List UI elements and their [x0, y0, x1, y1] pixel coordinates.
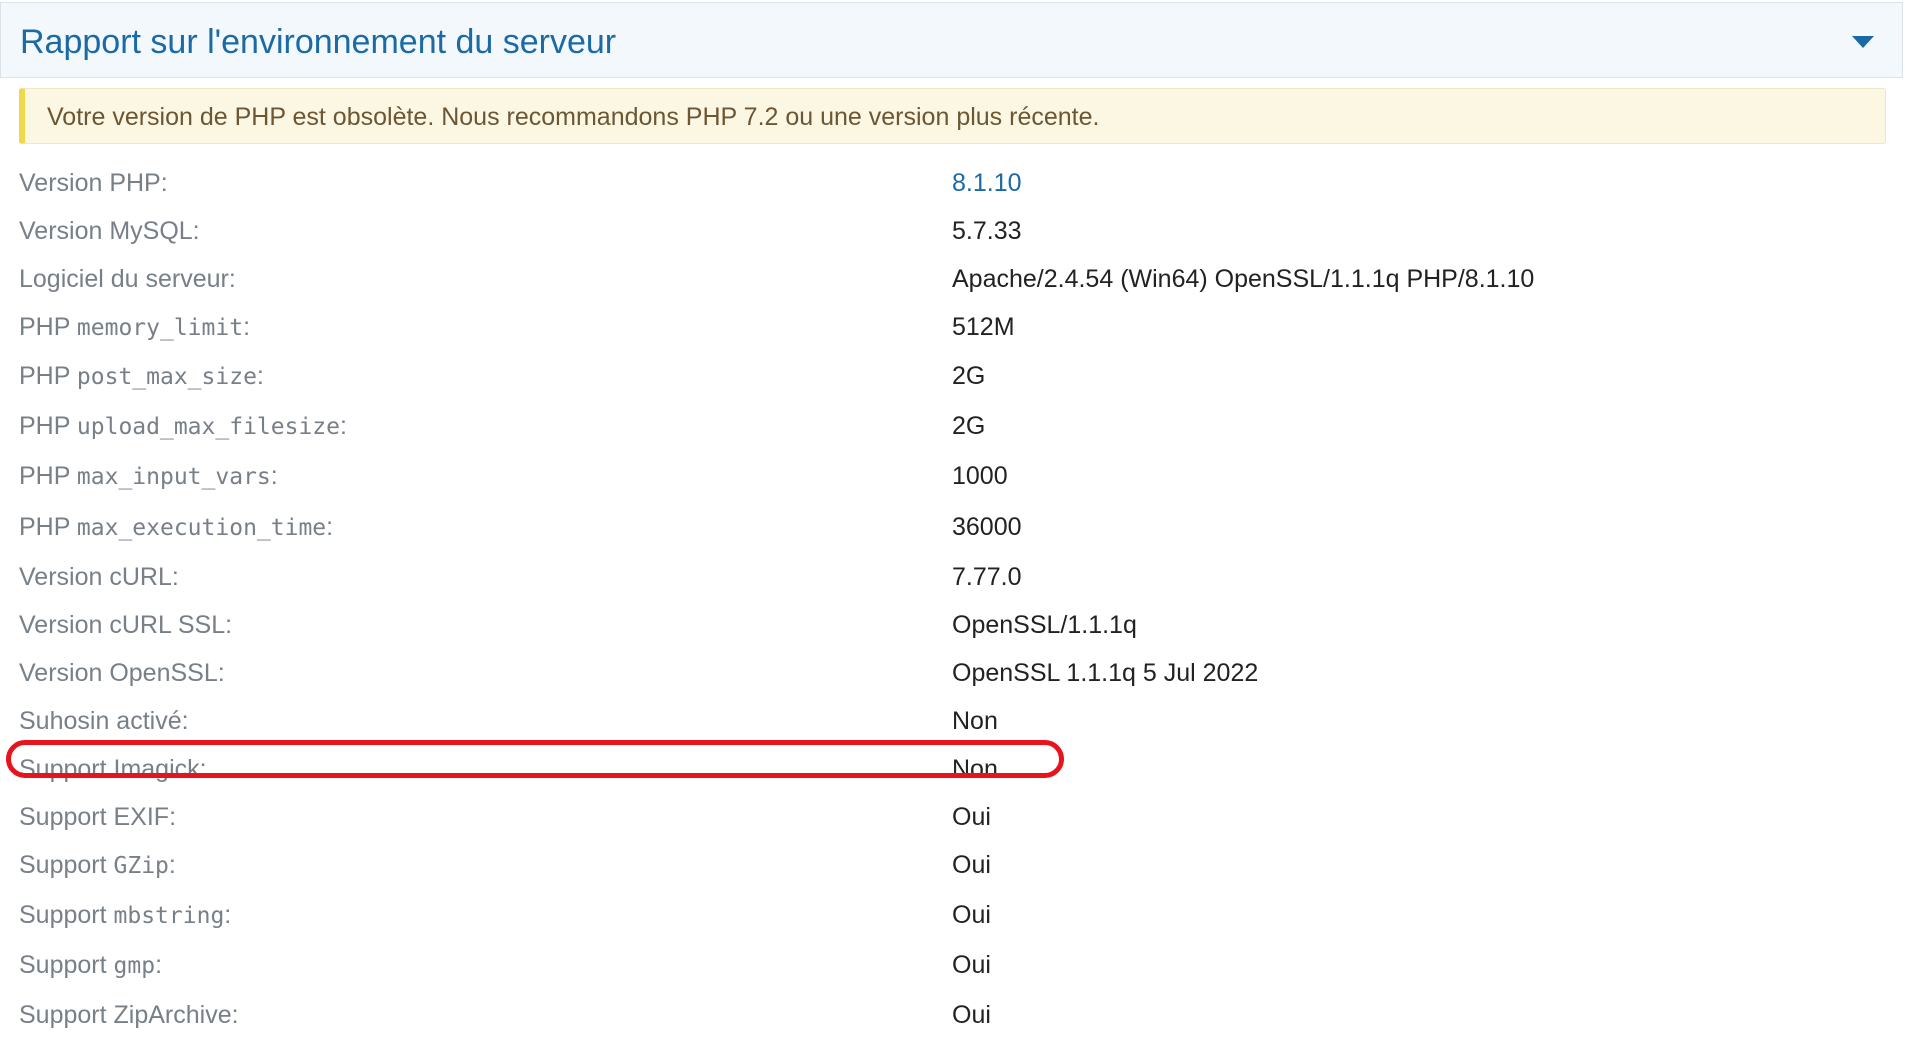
row-label: Version PHP:	[19, 169, 168, 197]
env-row-mbstring: Support mbstring: Oui	[0, 891, 1905, 939]
row-value: Apache/2.4.54 (Win64) OpenSSL/1.1.1q PHP…	[952, 265, 1535, 293]
row-value: 7.77.0	[952, 563, 1022, 591]
env-row-mysql-version: Version MySQL: 5.7.33	[0, 207, 1905, 255]
row-value: Oui	[952, 803, 991, 831]
row-value: Oui	[952, 901, 991, 929]
row-label: Version cURL SSL:	[19, 611, 233, 639]
row-label: Support mbstring:	[19, 901, 232, 929]
env-row-post-max-size: PHP post_max_size: 2G	[0, 352, 1905, 400]
row-value: 36000	[952, 513, 1022, 541]
php-version-link[interactable]: 8.1.10	[952, 167, 1022, 199]
row-value: Non	[952, 755, 998, 783]
env-row-ziparchive: Support ZipArchive: Oui	[0, 991, 1905, 1039]
row-value: Oui	[952, 851, 991, 879]
row-value: 512M	[952, 313, 1015, 341]
warning-text: Votre version de PHP est obsolète. Nous …	[47, 103, 1100, 131]
env-row-imagick: Support Imagick: Non	[0, 745, 1905, 793]
row-label: Support Imagick:	[19, 755, 207, 783]
env-row-max-input-vars: PHP max_input_vars: 1000	[0, 452, 1905, 500]
row-label: PHP post_max_size:	[19, 362, 264, 390]
env-row-suhosin: Suhosin activé: Non	[0, 697, 1905, 745]
row-label: Version MySQL:	[19, 217, 200, 245]
row-label: Support ZipArchive:	[19, 1001, 239, 1029]
env-row-curl-ssl-version: Version cURL SSL: OpenSSL/1.1.1q	[0, 601, 1905, 649]
panel-header[interactable]: Rapport sur l'environnement du serveur	[0, 2, 1903, 78]
row-label: PHP upload_max_filesize:	[19, 412, 347, 440]
row-label: Support EXIF:	[19, 803, 177, 831]
server-environment-panel: Rapport sur l'environnement du serveur V…	[0, 0, 1905, 1035]
row-label: Version cURL:	[19, 563, 179, 591]
row-value: OpenSSL/1.1.1q	[952, 611, 1137, 639]
env-row-upload-max-filesize: PHP upload_max_filesize: 2G	[0, 402, 1905, 450]
env-row-openssl-version: Version OpenSSL: OpenSSL 1.1.1q 5 Jul 20…	[0, 649, 1905, 697]
row-value: Non	[952, 707, 998, 735]
env-row-gzip: Support GZip: Oui	[0, 841, 1905, 889]
env-row-server-software: Logiciel du serveur: Apache/2.4.54 (Win6…	[0, 255, 1905, 303]
env-row-exif: Support EXIF: Oui	[0, 793, 1905, 841]
row-label: PHP memory_limit:	[19, 313, 251, 341]
row-label: PHP max_input_vars:	[19, 462, 278, 490]
env-row-gmp: Support gmp: Oui	[0, 941, 1905, 989]
env-row-php-version: Version PHP: 8.1.10	[0, 159, 1905, 207]
php-version-warning: Votre version de PHP est obsolète. Nous …	[19, 88, 1886, 144]
panel-body: Votre version de PHP est obsolète. Nous …	[0, 78, 1905, 1035]
caret-down-icon[interactable]	[1850, 34, 1876, 50]
env-row-memory-limit: PHP memory_limit: 512M	[0, 303, 1905, 351]
row-value: OpenSSL 1.1.1q 5 Jul 2022	[952, 659, 1259, 687]
row-value: 5.7.33	[952, 217, 1022, 245]
row-value: Oui	[952, 1001, 991, 1029]
env-row-curl-version: Version cURL: 7.77.0	[0, 553, 1905, 601]
row-value: Oui	[952, 951, 991, 979]
row-label: Logiciel du serveur:	[19, 265, 236, 293]
row-label: Version OpenSSL:	[19, 659, 225, 687]
row-label: Support GZip:	[19, 851, 176, 879]
panel-title: Rapport sur l'environnement du serveur	[20, 23, 617, 61]
row-value: 2G	[952, 412, 986, 440]
row-value: 1000	[952, 462, 1008, 490]
row-label: Support gmp:	[19, 951, 163, 979]
row-value: 2G	[952, 362, 986, 390]
row-label: PHP max_execution_time:	[19, 513, 334, 541]
env-row-max-execution-time: PHP max_execution_time: 36000	[0, 503, 1905, 551]
row-label: Suhosin activé:	[19, 707, 189, 735]
